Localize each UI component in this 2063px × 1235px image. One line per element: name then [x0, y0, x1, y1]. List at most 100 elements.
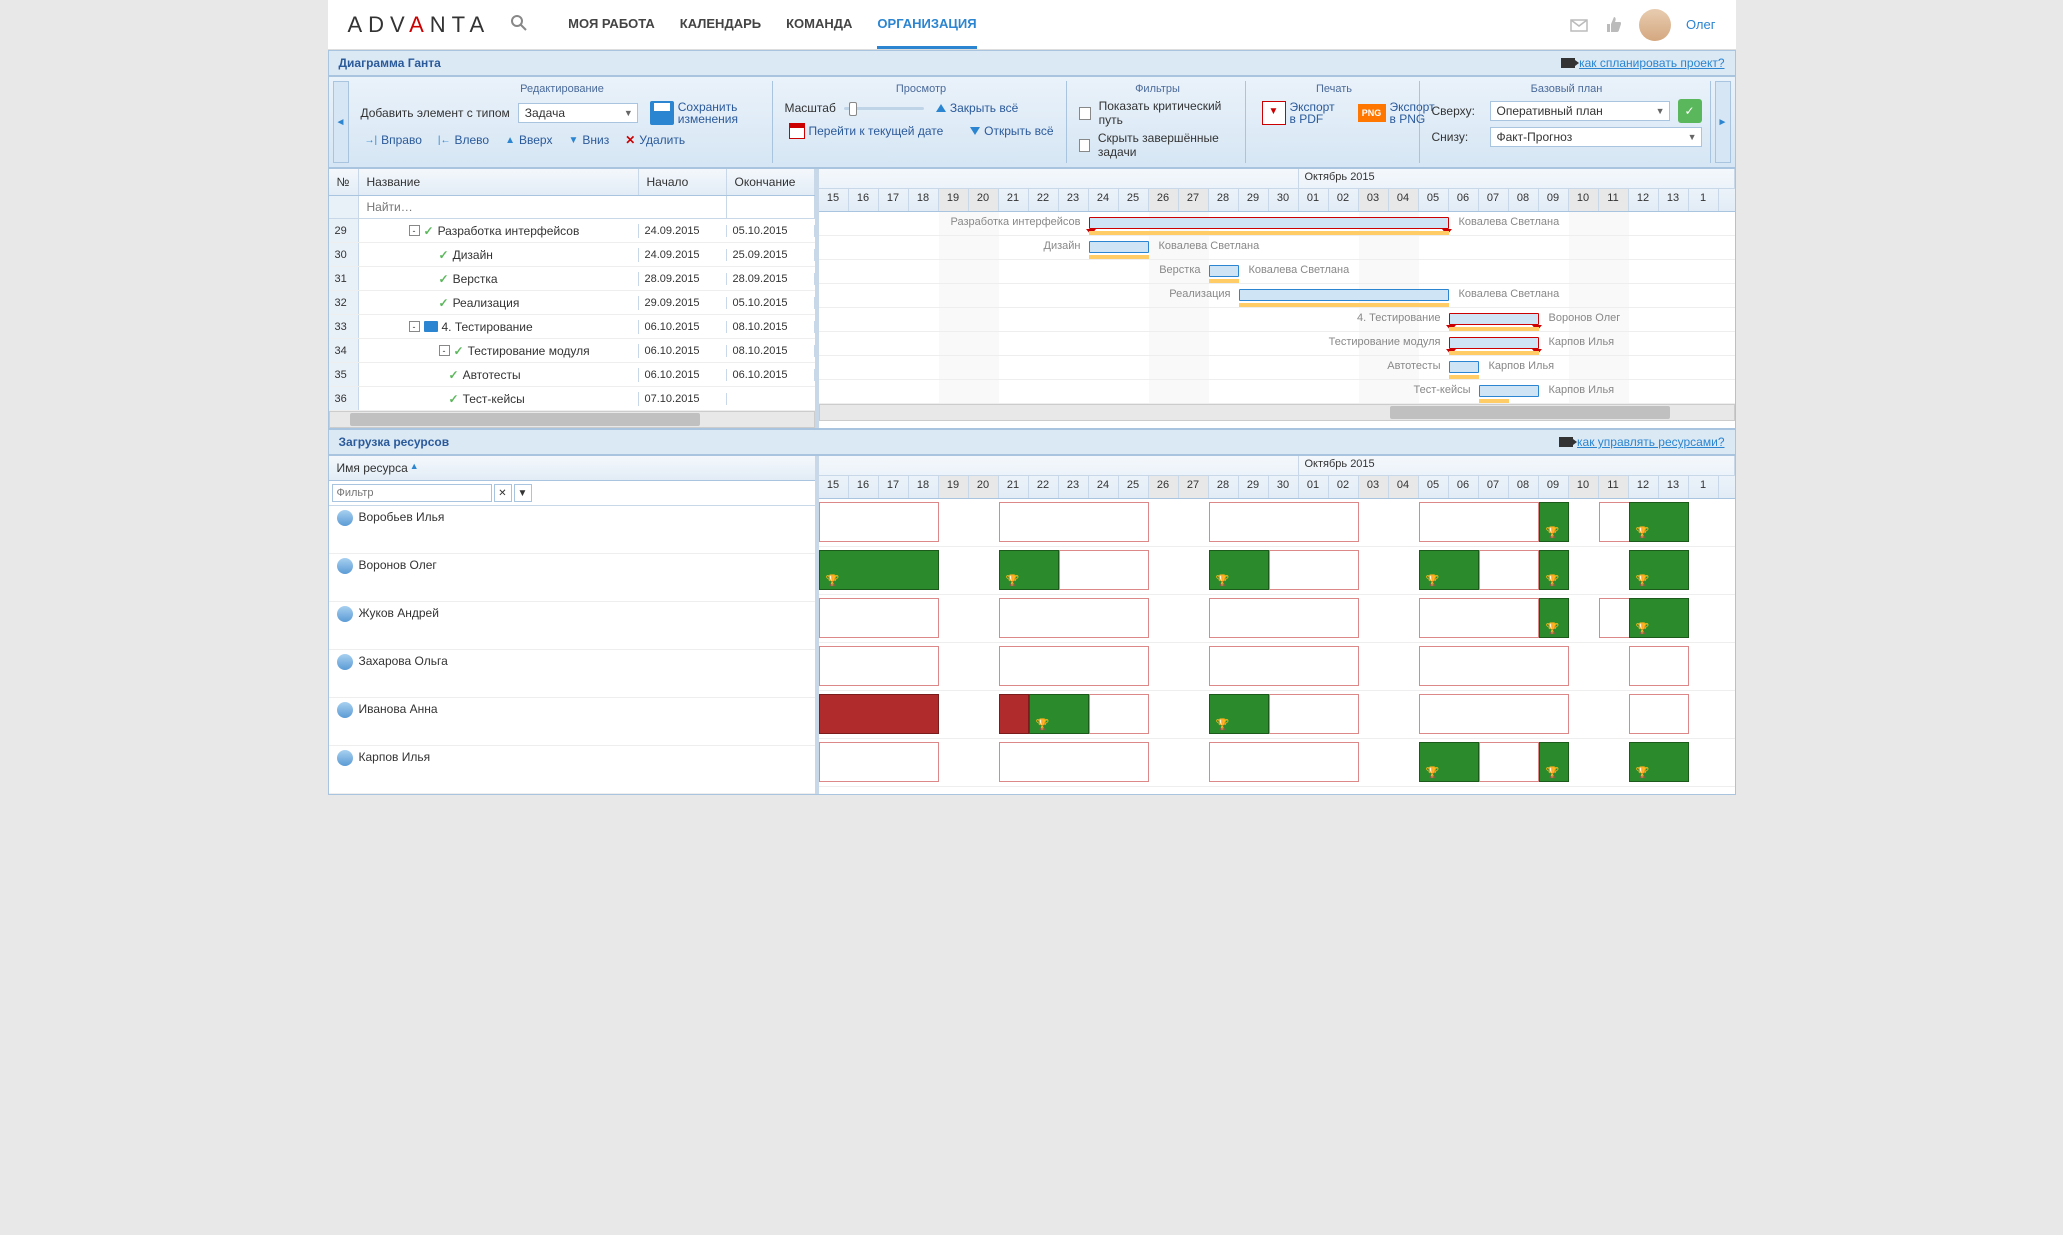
- resource-row[interactable]: Воронов Олег: [329, 554, 815, 602]
- resource-row[interactable]: Жуков Андрей: [329, 602, 815, 650]
- resource-bar[interactable]: [999, 598, 1149, 638]
- gantt-bar[interactable]: [1239, 289, 1449, 301]
- resource-bar[interactable]: [1269, 694, 1359, 734]
- collapse-all-button[interactable]: Закрыть всё: [932, 99, 1022, 117]
- resource-row[interactable]: Иванова Анна: [329, 698, 815, 746]
- avatar[interactable]: [1639, 9, 1671, 41]
- resource-bar[interactable]: [1419, 646, 1569, 686]
- tree-toggle[interactable]: -: [439, 345, 450, 356]
- gantt-help-link[interactable]: как спланировать проект?: [1561, 56, 1724, 70]
- col-end[interactable]: Окончание: [727, 169, 815, 195]
- delete-button[interactable]: ✕Удалить: [621, 131, 689, 149]
- resource-bar[interactable]: [1479, 550, 1539, 590]
- resource-bar[interactable]: 🏆: [1419, 742, 1479, 782]
- search-icon[interactable]: [510, 14, 528, 35]
- resource-bar[interactable]: [1419, 694, 1569, 734]
- nav-my-work[interactable]: МОЯ РАБОТА: [568, 1, 655, 49]
- gantt-bar[interactable]: [1479, 385, 1539, 397]
- resource-bar[interactable]: [819, 742, 939, 782]
- tree-toggle[interactable]: -: [409, 225, 420, 236]
- resource-bar[interactable]: [1629, 694, 1689, 734]
- thumbs-up-icon[interactable]: [1604, 15, 1624, 35]
- grid-hscroll[interactable]: [329, 411, 815, 428]
- tree-toggle[interactable]: -: [409, 321, 420, 332]
- gantt-bar[interactable]: [1089, 241, 1149, 253]
- resource-bar[interactable]: 🏆: [1209, 550, 1269, 590]
- table-row[interactable]: 31✓Верстка28.09.201528.09.2015: [329, 267, 815, 291]
- nav-calendar[interactable]: КАЛЕНДАРЬ: [680, 1, 761, 49]
- nav-team[interactable]: КОМАНДА: [786, 1, 852, 49]
- save-button[interactable]: Сохранить изменения: [646, 99, 752, 127]
- table-row[interactable]: 33-4. Тестирование06.10.201508.10.2015: [329, 315, 815, 339]
- resource-row[interactable]: Карпов Илья: [329, 746, 815, 794]
- resource-bar[interactable]: 🏆: [1539, 550, 1569, 590]
- table-row[interactable]: 34-✓Тестирование модуля06.10.201508.10.2…: [329, 339, 815, 363]
- table-row[interactable]: 29-✓Разработка интерфейсов24.09.201505.1…: [329, 219, 815, 243]
- resource-row[interactable]: Воробьев Илья: [329, 506, 815, 554]
- resource-bar[interactable]: [1059, 550, 1149, 590]
- resource-name-header[interactable]: Имя ресурса ▲: [329, 456, 815, 481]
- gantt-bar[interactable]: [1449, 337, 1539, 349]
- resource-bar[interactable]: 🏆: [1629, 742, 1689, 782]
- resource-bar[interactable]: [819, 646, 939, 686]
- resource-bar[interactable]: 🏆: [1539, 598, 1569, 638]
- baseline-top-select[interactable]: Оперативный план ▼: [1490, 101, 1670, 121]
- gantt-bar[interactable]: [1089, 217, 1449, 229]
- export-pdf-button[interactable]: Экспорт в PDF: [1258, 99, 1344, 127]
- move-down-button[interactable]: ▼Вниз: [564, 131, 613, 149]
- mail-icon[interactable]: [1569, 15, 1589, 35]
- resource-bar[interactable]: 🏆: [1629, 550, 1689, 590]
- resources-help-link[interactable]: как управлять ресурсами?: [1559, 435, 1725, 449]
- resource-row[interactable]: Захарова Ольга: [329, 650, 815, 698]
- resource-filter-input[interactable]: [332, 484, 492, 502]
- nav-organization[interactable]: ОРГАНИЗАЦИЯ: [877, 1, 976, 49]
- resource-bar[interactable]: [1209, 646, 1359, 686]
- type-select[interactable]: Задача ▼: [518, 103, 638, 123]
- expand-all-button[interactable]: Открыть всё: [966, 122, 1057, 140]
- indent-right-button[interactable]: →|Вправо: [361, 131, 426, 149]
- resource-bar[interactable]: 🏆: [1629, 598, 1689, 638]
- indent-left-button[interactable]: |←Влево: [434, 131, 493, 149]
- table-row[interactable]: 32✓Реализация29.09.201505.10.2015: [329, 291, 815, 315]
- table-row[interactable]: 30✓Дизайн24.09.201525.09.2015: [329, 243, 815, 267]
- col-start[interactable]: Начало: [639, 169, 727, 195]
- baseline-apply-button[interactable]: ✓: [1678, 99, 1702, 123]
- resource-bar[interactable]: [1209, 502, 1359, 542]
- resource-bar[interactable]: [1269, 550, 1359, 590]
- resource-bar[interactable]: 🏆: [1539, 742, 1569, 782]
- scale-slider[interactable]: [844, 100, 924, 116]
- resource-bar[interactable]: [819, 598, 939, 638]
- goto-today-button[interactable]: Перейти к текущей дате: [785, 121, 948, 141]
- username[interactable]: Олег: [1686, 17, 1716, 32]
- gantt-bar[interactable]: [1449, 361, 1479, 373]
- col-name[interactable]: Название: [359, 169, 639, 195]
- hide-done-checkbox[interactable]: [1079, 139, 1090, 152]
- resource-bar[interactable]: 🏆: [1629, 502, 1689, 542]
- resource-bar[interactable]: [1479, 742, 1539, 782]
- resource-bar[interactable]: [1629, 646, 1689, 686]
- resource-bar[interactable]: 🏆: [1029, 694, 1089, 734]
- resource-bar[interactable]: [999, 646, 1149, 686]
- resource-bar[interactable]: 🏆: [1539, 502, 1569, 542]
- resource-bar[interactable]: [1419, 598, 1539, 638]
- toolbar-next-button[interactable]: ►: [1715, 81, 1731, 163]
- resource-bar[interactable]: [819, 502, 939, 542]
- table-row[interactable]: 35✓Автотесты06.10.201506.10.2015: [329, 363, 815, 387]
- resource-bar[interactable]: 🏆: [1209, 694, 1269, 734]
- resource-bar[interactable]: [1209, 598, 1359, 638]
- resource-bar[interactable]: [1419, 502, 1539, 542]
- resource-bar[interactable]: 🏆: [999, 550, 1059, 590]
- grid-search-input[interactable]: [359, 196, 639, 218]
- resource-bar[interactable]: [999, 502, 1149, 542]
- resource-bar[interactable]: 🏆: [1419, 550, 1479, 590]
- resource-bar[interactable]: [1209, 742, 1359, 782]
- resource-bar[interactable]: [819, 694, 939, 734]
- move-up-button[interactable]: ▲Вверх: [501, 131, 556, 149]
- gantt-hscroll[interactable]: [819, 404, 1735, 421]
- table-row[interactable]: 36✓Тест-кейсы07.10.2015: [329, 387, 815, 411]
- filter-clear-button[interactable]: ✕: [494, 484, 512, 502]
- gantt-bar[interactable]: [1209, 265, 1239, 277]
- toolbar-prev-button[interactable]: ◄: [333, 81, 349, 163]
- gantt-bar[interactable]: [1449, 313, 1539, 325]
- critical-path-checkbox[interactable]: [1079, 107, 1091, 120]
